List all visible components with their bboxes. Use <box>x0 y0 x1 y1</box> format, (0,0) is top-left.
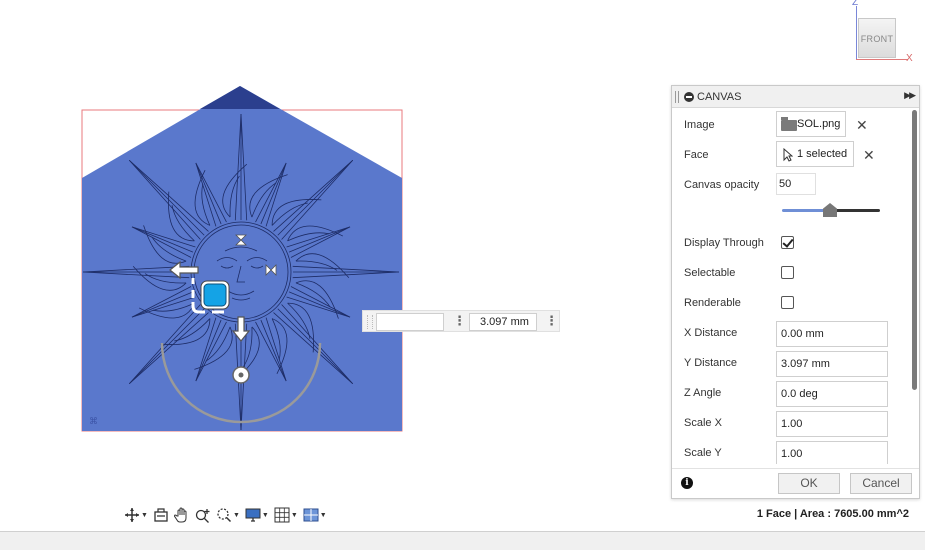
selection-status: 1 Face | Area : 7605.00 mm^2 <box>756 508 909 520</box>
z-angle-label: Z Angle <box>684 387 722 399</box>
display-through-label: Display Through <box>684 237 764 249</box>
face-select-button[interactable]: 1 selected <box>776 141 854 167</box>
x-axis-line <box>856 59 908 60</box>
zoom-button[interactable] <box>193 504 213 526</box>
zoom-icon <box>195 509 210 523</box>
look-at-icon <box>154 508 168 522</box>
navigation-toolbar: ▼ ▼ ▼ ▼ ▼ <box>122 503 329 527</box>
viewports-button[interactable]: ▼ <box>301 504 329 526</box>
collapse-icon[interactable] <box>684 92 694 102</box>
face-label: Face <box>684 149 709 161</box>
dimension-input-strip: ⋮ 3.097 mm ⋮ <box>362 310 560 332</box>
selectable-checkbox[interactable] <box>781 266 794 279</box>
row-scale-x: Scale X 1.00 <box>672 408 912 438</box>
x-axis-label: X <box>906 53 913 64</box>
z-axis-label: Z <box>852 0 859 8</box>
y-dimension-input[interactable]: 3.097 mm <box>469 313 537 331</box>
opacity-slider[interactable] <box>782 202 880 218</box>
display-settings-button[interactable]: ▼ <box>243 504 271 526</box>
row-scale-y: Scale Y 1.00 <box>672 438 912 464</box>
row-selectable: Selectable <box>672 258 912 288</box>
canvas-image[interactable]: ⌘ <box>80 86 410 436</box>
z-angle-field[interactable]: 0.0 deg <box>776 381 888 407</box>
drag-grip[interactable] <box>367 315 373 329</box>
image-file-button[interactable]: SOL.png <box>776 111 846 137</box>
row-face: Face 1 selected ✕ <box>672 140 912 170</box>
palette-scrollbar[interactable] <box>912 110 917 390</box>
row-image: Image SOL.png ✕ <box>672 110 912 140</box>
renderable-checkbox[interactable] <box>781 296 794 309</box>
status-bar <box>0 531 925 550</box>
fit-icon <box>217 508 231 523</box>
image-file-name: SOL.png <box>797 118 841 130</box>
fit-button[interactable]: ▼ <box>214 504 242 526</box>
row-x-distance: X Distance 0.00 mm <box>672 318 912 348</box>
scale-y-field[interactable]: 1.00 <box>776 441 888 464</box>
row-renderable: Renderable <box>672 288 912 318</box>
row-display-through: Display Through <box>672 228 912 258</box>
face-selection-count: 1 selected <box>797 148 848 160</box>
y-options-icon[interactable]: ⋮ <box>545 313 558 331</box>
folder-icon <box>781 117 797 131</box>
info-icon[interactable]: i <box>681 477 693 489</box>
grid-icon <box>274 507 290 523</box>
slider-thumb[interactable] <box>823 203 837 217</box>
selectable-label: Selectable <box>684 267 736 279</box>
view-cube[interactable]: Z X FRONT <box>848 0 925 66</box>
look-at-button[interactable] <box>151 504 171 526</box>
drag-handle-icon[interactable] <box>675 91 679 103</box>
roof-peak <box>200 86 280 109</box>
x-dimension-input[interactable] <box>376 313 444 331</box>
row-y-distance: Y Distance 3.097 mm <box>672 348 912 378</box>
x-distance-field[interactable]: 0.00 mm <box>776 321 888 347</box>
palette-footer: i OK Cancel <box>672 468 919 498</box>
x-distance-label: X Distance <box>684 327 738 339</box>
clear-face-icon[interactable]: ✕ <box>863 148 875 162</box>
opacity-input[interactable]: 50 <box>776 173 816 195</box>
opacity-label: Canvas opacity <box>684 179 760 191</box>
grid-button[interactable]: ▼ <box>272 504 300 526</box>
y-distance-field[interactable]: 3.097 mm <box>776 351 888 377</box>
scale-y-label: Scale Y <box>684 447 722 459</box>
scale-x-field[interactable]: 1.00 <box>776 411 888 437</box>
front-face[interactable]: FRONT <box>858 18 896 58</box>
pan-icon <box>173 507 187 523</box>
watermark-mark: ⌘ <box>89 417 98 427</box>
cancel-button[interactable]: Cancel <box>850 473 912 494</box>
center-handle[interactable] <box>203 283 227 307</box>
viewports-icon <box>303 508 319 522</box>
image-label: Image <box>684 119 715 131</box>
expand-icon[interactable]: ▶▶ <box>904 90 916 101</box>
pan-button[interactable] <box>172 504 192 526</box>
row-opacity: Canvas opacity 50 <box>672 170 912 200</box>
x-options-icon[interactable]: ⋮ <box>453 313 466 331</box>
z-axis-line <box>856 6 857 60</box>
cursor-icon <box>783 148 793 162</box>
palette-title: CANVAS <box>697 91 742 103</box>
ok-button[interactable]: OK <box>778 473 840 494</box>
orbit-icon <box>125 508 139 522</box>
palette-header[interactable]: CANVAS ▶▶ <box>672 86 919 108</box>
display-settings-icon <box>245 508 261 522</box>
canvas-palette: CANVAS ▶▶ Image SOL.png ✕ Face 1 selecte… <box>671 85 920 499</box>
renderable-label: Renderable <box>684 297 741 309</box>
y-distance-label: Y Distance <box>684 357 737 369</box>
row-z-angle: Z Angle 0.0 deg <box>672 378 912 408</box>
display-through-checkbox[interactable] <box>781 236 794 249</box>
orbit-button[interactable]: ▼ <box>122 504 150 526</box>
clear-image-icon[interactable]: ✕ <box>856 118 868 132</box>
scale-x-label: Scale X <box>684 417 722 429</box>
